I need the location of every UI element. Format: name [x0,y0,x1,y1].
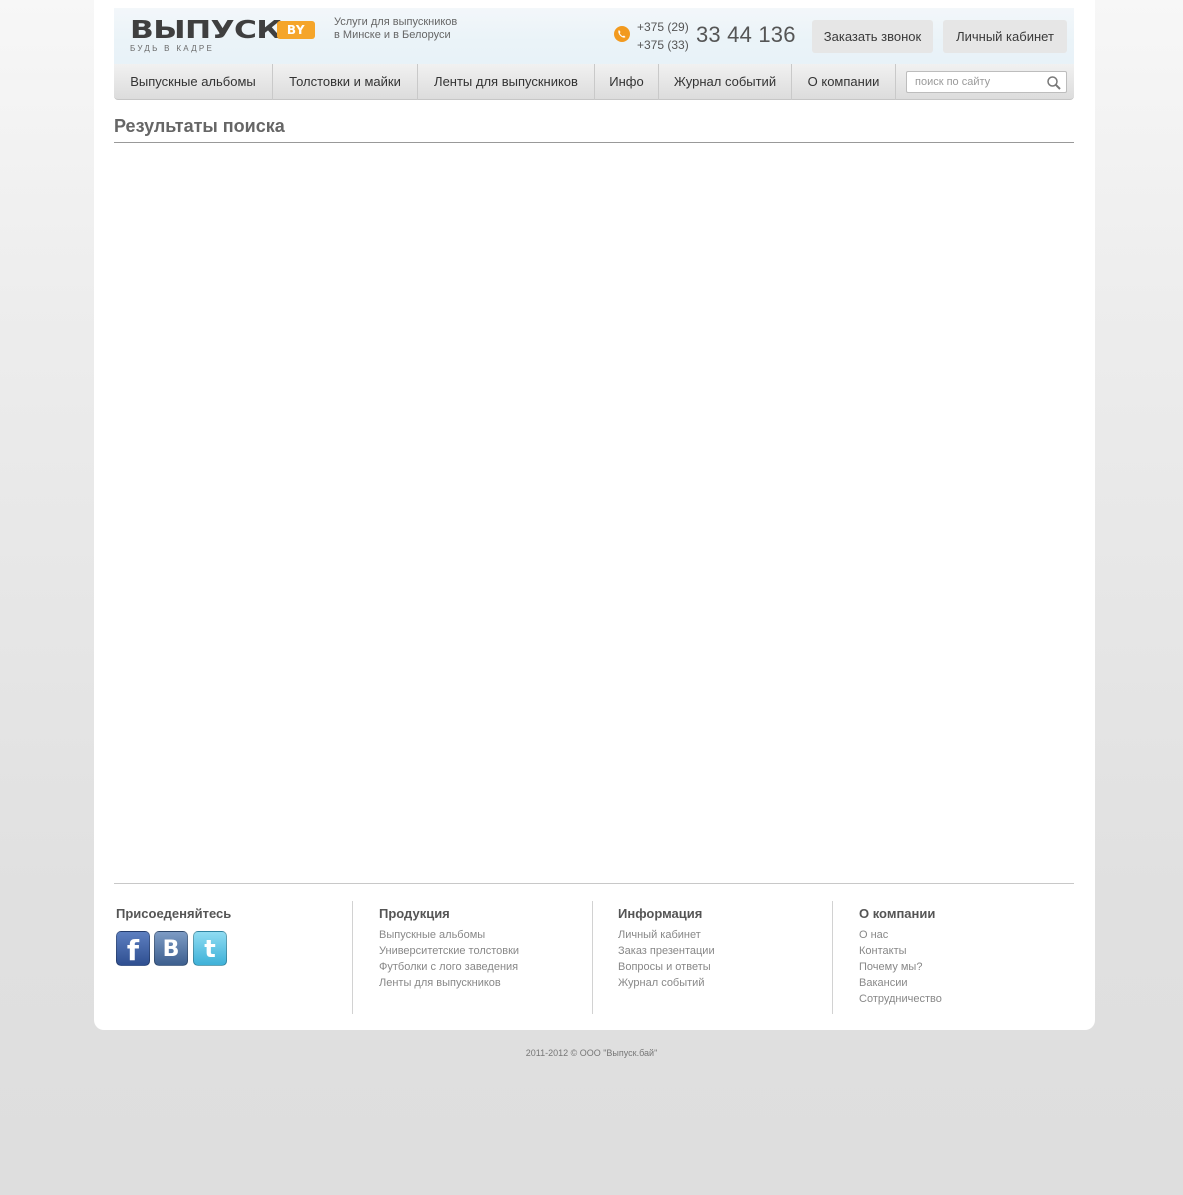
footer-link[interactable]: Вопросы и ответы [618,959,715,975]
nav-item-events-journal[interactable]: Журнал событий [659,64,791,100]
title-divider [114,142,1074,143]
site-search [906,71,1067,93]
footer-link[interactable]: Сотрудничество [859,991,942,1007]
nav-item-albums[interactable]: Выпускные альбомы [114,64,272,100]
footer-link[interactable]: Контакты [859,943,942,959]
footer-social-title: Присоеденяйтесь [116,906,232,921]
logo-slogan: БУДЬ В КАДРЕ [130,44,215,53]
footer-link[interactable]: Выпускные альбомы [379,927,519,943]
footer-link[interactable]: Журнал событий [618,975,715,991]
phone-number: 33 44 136 [696,22,796,47]
page-title: Результаты поиска [114,116,285,136]
footer-link[interactable]: Футболки с лого заведения [379,959,519,975]
phone-icon [614,26,630,42]
phone-code-2: +375 (33) [637,38,689,52]
footer-column-divider [352,901,353,1014]
footer-info-title: Информация [618,906,703,921]
vkontakte-icon[interactable]: B [154,931,188,966]
tagline-line-2: в Минске и в Белоруси [334,29,451,41]
footer-company-column: О компании О нас Контакты Почему мы? Вак… [859,901,942,1007]
site-logo[interactable]: ВЫПУСК BY БУДЬ В КАДРЕ [130,15,320,54]
footer-products-column: Продукция Выпускные альбомы Университетс… [379,901,519,991]
footer-link[interactable]: Заказ презентации [618,943,715,959]
twitter-icon[interactable]: t [193,931,227,966]
request-callback-button[interactable]: Заказать звонок [812,20,933,53]
footer-link[interactable]: Вакансии [859,975,942,991]
footer-link[interactable]: Университетские толстовки [379,943,519,959]
tagline-line-1: Услуги для выпускников [334,16,458,28]
footer-link[interactable]: Личный кабинет [618,927,715,943]
facebook-icon[interactable]: f [116,931,150,967]
footer-social-column: Присоеденяйтесь [116,901,231,927]
nav-divider [895,64,896,100]
footer-column-divider [592,901,593,1014]
personal-account-button[interactable]: Личный кабинет [943,20,1067,53]
page-container [94,0,1095,1030]
site-tagline: Услуги для выпускников в Минске и в Бело… [334,16,457,42]
nav-item-hoodies[interactable]: Толстовки и майки [273,64,417,100]
nav-item-info[interactable]: Инфо [595,64,658,100]
copyright: 2011-2012 © ООО "Выпуск.бай" [525,1048,658,1058]
main-nav: Выпускные альбомы Толстовки и майки Лент… [114,64,1074,100]
nav-item-ribbons[interactable]: Ленты для выпускников [418,64,594,100]
footer-column-divider [832,901,833,1014]
logo-badge: BY [277,21,315,39]
footer-link[interactable]: Почему мы? [859,959,942,975]
nav-item-about-company[interactable]: О компании [792,64,895,100]
footer-company-title: О компании [859,906,936,921]
search-input[interactable] [907,72,1042,92]
site-header: ВЫПУСК BY БУДЬ В КАДРЕ Услуги для выпуск… [114,8,1074,64]
footer-link[interactable]: О нас [859,927,942,943]
footer-divider [114,883,1074,884]
footer-products-title: Продукция [379,906,450,921]
logo-text: ВЫПУСК [130,15,282,44]
footer-info-column: Информация Личный кабинет Заказ презента… [618,901,715,991]
search-icon[interactable] [1046,75,1062,91]
phone-codes: +375 (29) +375 (33) [637,18,689,54]
footer-link[interactable]: Ленты для выпускников [379,975,519,991]
phone-code-1: +375 (29) [637,20,689,34]
